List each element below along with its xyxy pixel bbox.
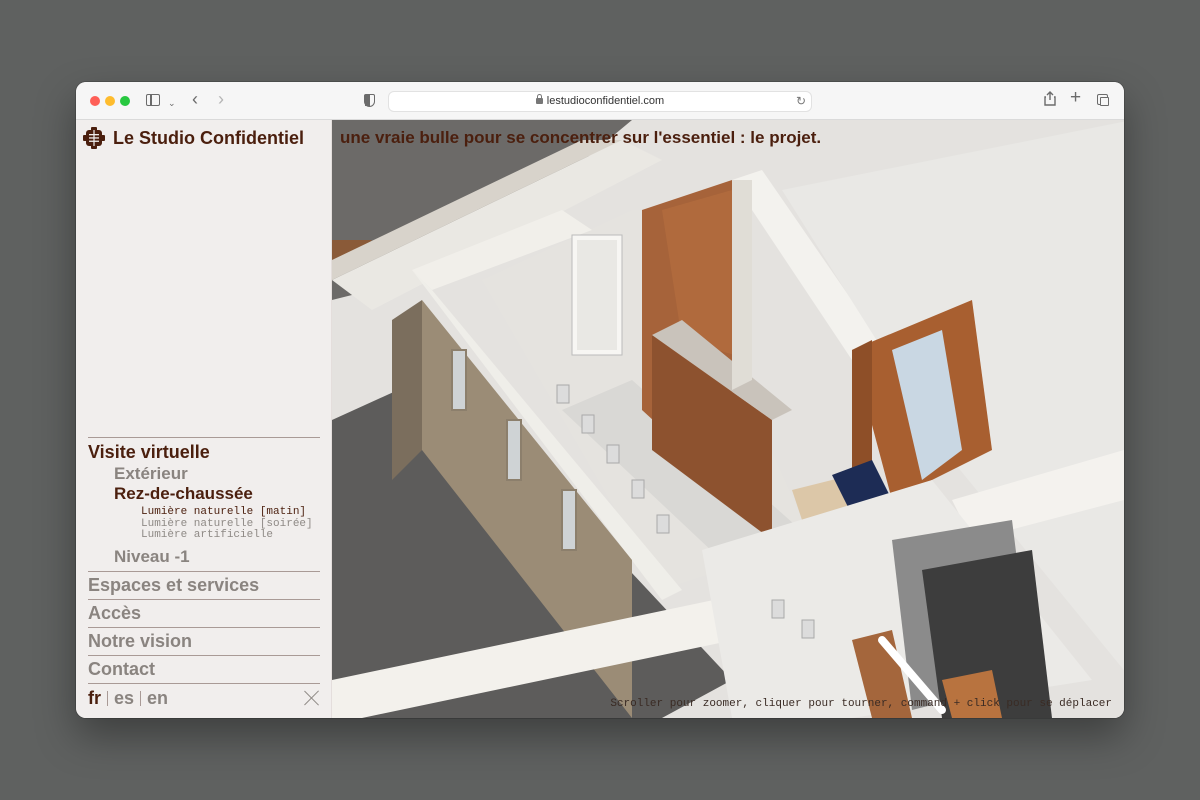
3d-viewer[interactable]: une vraie bulle pour se concentrer sur l…: [332, 120, 1124, 718]
divider: [88, 682, 320, 684]
browser-window: ⌄ ‹ › lestudioconfidentiel.com ↻ + Le St…: [76, 82, 1124, 718]
close-window-button[interactable]: [90, 96, 100, 106]
new-tab-icon[interactable]: +: [1070, 88, 1081, 107]
url-text: lestudioconfidentiel.com: [546, 95, 665, 107]
brand[interactable]: Le Studio Confidentiel: [82, 126, 304, 150]
nav-light-morning[interactable]: Lumière naturelle [matin]: [141, 506, 320, 519]
nav-espaces-services[interactable]: Espaces et services: [88, 570, 320, 599]
address-bar[interactable]: lestudioconfidentiel.com ↻: [388, 91, 812, 112]
floor-plan-render: [332, 120, 1124, 718]
privacy-shield-icon[interactable]: [364, 94, 375, 107]
viewer-hint: Scroller pour zoomer, cliquer pour tourn…: [610, 698, 1112, 710]
zoom-window-button[interactable]: [120, 96, 130, 106]
browser-toolbar: ⌄ ‹ › lestudioconfidentiel.com ↻ +: [76, 82, 1124, 120]
back-icon[interactable]: ‹: [192, 90, 198, 108]
lang-es[interactable]: es: [114, 688, 134, 709]
tab-overview-icon[interactable]: [1097, 94, 1109, 106]
nav-acces[interactable]: Accès: [88, 598, 320, 627]
nav-exterieur[interactable]: Extérieur: [114, 464, 320, 484]
nav-visite-virtuelle[interactable]: Visite virtuelle: [88, 438, 320, 464]
chevron-down-icon[interactable]: ⌄: [168, 94, 176, 112]
logo-icon: [82, 126, 106, 150]
nav-rez-de-chaussee[interactable]: Rez-de-chaussée: [114, 484, 320, 504]
lang-en[interactable]: en: [147, 688, 168, 709]
reload-icon[interactable]: ↻: [796, 92, 806, 111]
share-icon[interactable]: [1044, 91, 1056, 110]
tagline: une vraie bulle pour se concentrer sur l…: [340, 128, 822, 147]
language-switcher: fr es en: [88, 688, 168, 709]
sidebar-toggle-icon[interactable]: [146, 94, 160, 106]
main-nav: Visite virtuelle Extérieur Rez-de-chauss…: [88, 437, 320, 684]
forward-icon[interactable]: ›: [218, 90, 224, 108]
sidebar: Le Studio Confidentiel Visite virtuelle …: [76, 120, 332, 718]
divider: [140, 691, 142, 706]
close-menu-icon[interactable]: [304, 690, 320, 706]
brand-name: Le Studio Confidentiel: [113, 127, 304, 148]
divider: [107, 691, 108, 706]
nav-notre-vision[interactable]: Notre vision: [88, 626, 320, 655]
nav-niveau-1[interactable]: Niveau -1: [114, 547, 320, 567]
lang-fr[interactable]: fr: [88, 688, 101, 709]
lock-icon: [535, 94, 543, 104]
page: Le Studio Confidentiel Visite virtuelle …: [76, 120, 1124, 718]
nav-light-artificial[interactable]: Lumière artificielle: [141, 529, 320, 542]
minimize-window-button[interactable]: [105, 96, 115, 106]
nav-contact[interactable]: Contact: [88, 654, 320, 683]
